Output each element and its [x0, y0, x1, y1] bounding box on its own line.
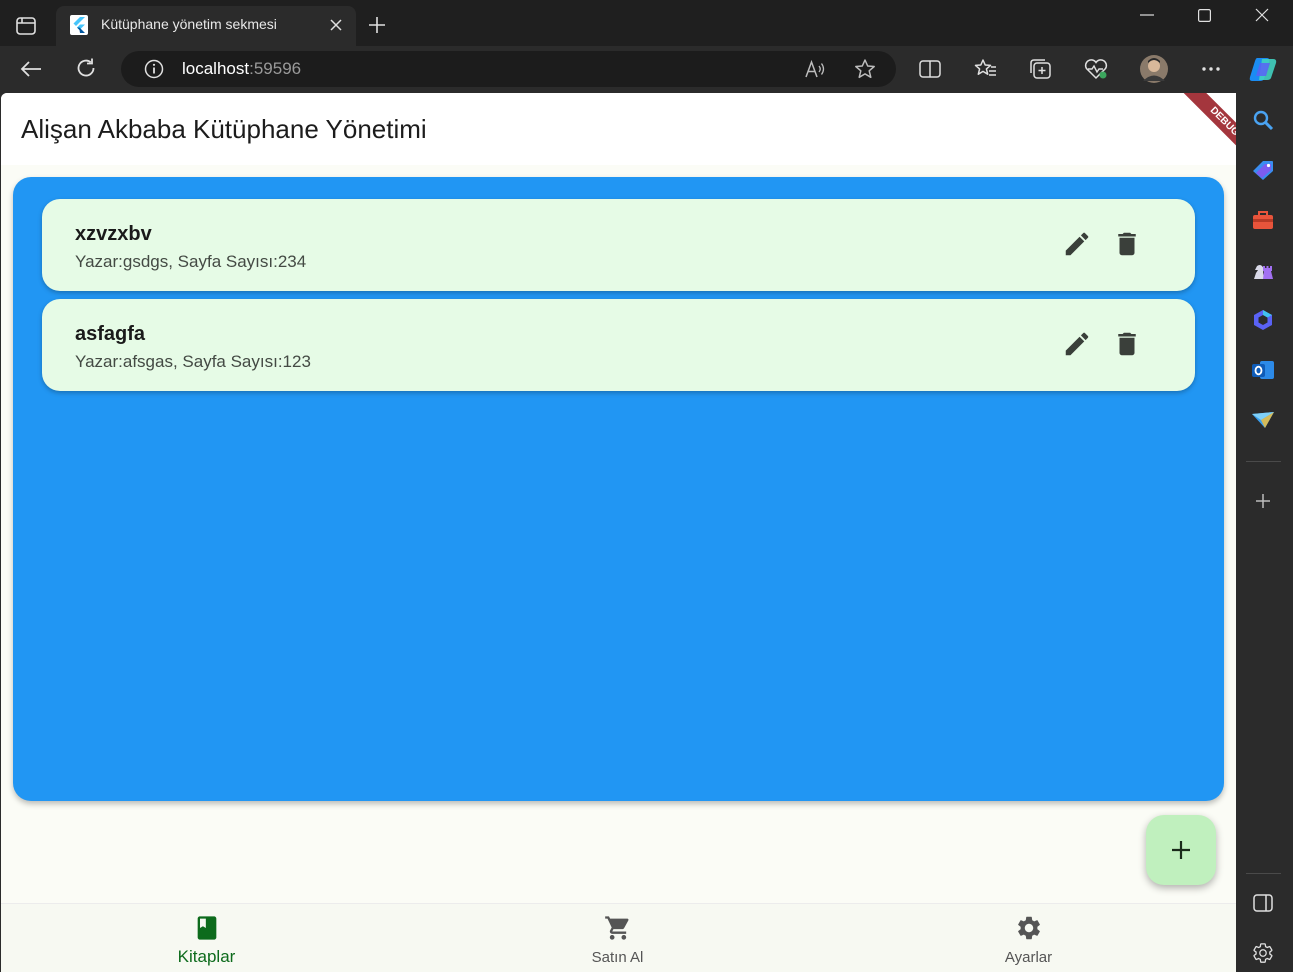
- app-bar: Alişan Akbaba Kütüphane Yönetimi: [1, 93, 1236, 165]
- maximize-icon[interactable]: [1193, 4, 1215, 26]
- profile-avatar[interactable]: [1138, 53, 1170, 85]
- copilot-sidebar-icon[interactable]: [1250, 307, 1276, 333]
- bottom-navigation: Kitaplar Satın Al Ayarlar: [1, 903, 1236, 972]
- sidebar-settings-icon[interactable]: [1251, 941, 1275, 965]
- site-info-icon[interactable]: [142, 57, 166, 81]
- tab-actions-icon[interactable]: [14, 14, 38, 38]
- url-host: localhost: [182, 59, 250, 78]
- tab-title: Kütüphane yönetim sekmesi: [101, 16, 277, 32]
- plus-icon: [1172, 841, 1190, 859]
- nav-item-satin-al[interactable]: Satın Al: [412, 904, 823, 972]
- book-subtitle: Yazar:afsgas, Sayfa Sayısı:123: [75, 352, 311, 371]
- nav-label: Satın Al: [591, 949, 644, 966]
- gear-icon: [1015, 914, 1043, 942]
- close-tab-icon[interactable]: [326, 15, 346, 35]
- sidebar-divider: [1246, 873, 1281, 874]
- book-card[interactable]: xzvzxbv Yazar:gsdgs, Sayfa Sayısı:234: [42, 199, 1195, 291]
- nav-label: Ayarlar: [1004, 949, 1053, 966]
- add-book-button[interactable]: [1146, 815, 1216, 885]
- read-aloud-icon[interactable]: [803, 57, 827, 81]
- search-icon[interactable]: [1250, 107, 1276, 133]
- minimize-icon[interactable]: [1136, 4, 1158, 26]
- nav-label: Kitaplar: [177, 947, 236, 966]
- back-icon[interactable]: [18, 56, 44, 82]
- book-icon: [193, 914, 221, 942]
- book-list-panel: xzvzxbv Yazar:gsdgs, Sayfa Sayısı:234 as…: [13, 177, 1224, 801]
- delete-icon[interactable]: [1112, 229, 1142, 259]
- drop-send-icon[interactable]: [1250, 407, 1276, 433]
- cart-icon: [604, 914, 632, 942]
- book-title: xzvzxbv: [75, 223, 152, 245]
- edit-icon[interactable]: [1062, 229, 1092, 259]
- tools-briefcase-icon[interactable]: [1250, 207, 1276, 233]
- debug-banner: DEBUG: [1159, 93, 1236, 173]
- split-screen-icon[interactable]: [917, 56, 943, 82]
- hide-sidebar-icon[interactable]: [1252, 892, 1274, 914]
- nav-item-kitaplar[interactable]: Kitaplar: [1, 904, 412, 972]
- url-text[interactable]: localhost:59596: [182, 59, 301, 79]
- sidebar-divider: [1246, 461, 1281, 462]
- refresh-icon[interactable]: [73, 55, 99, 81]
- new-tab-icon[interactable]: [366, 14, 388, 36]
- book-title: asfagfa: [75, 323, 146, 345]
- app-title: Alişan Akbaba Kütüphane Yönetimi: [21, 114, 427, 144]
- collections-icon[interactable]: [1028, 56, 1054, 82]
- nav-item-ayarlar[interactable]: Ayarlar: [823, 904, 1234, 972]
- delete-icon[interactable]: [1112, 329, 1142, 359]
- app-viewport: Alişan Akbaba Kütüphane Yönetimi DEBUG x…: [1, 93, 1236, 972]
- close-window-icon[interactable]: [1251, 4, 1273, 26]
- flutter-favicon-icon: [69, 15, 89, 35]
- url-port: :59596: [249, 59, 302, 78]
- favorite-star-icon[interactable]: [852, 56, 878, 82]
- copilot-icon[interactable]: [1247, 53, 1279, 85]
- add-sidebar-app-icon[interactable]: [1252, 490, 1274, 512]
- book-card[interactable]: asfagfa Yazar:afsgas, Sayfa Sayısı:123: [42, 299, 1195, 391]
- favorites-icon[interactable]: [973, 56, 999, 82]
- browser-essentials-icon[interactable]: [1083, 56, 1109, 82]
- outlook-icon[interactable]: [1250, 357, 1276, 383]
- more-menu-icon[interactable]: [1198, 56, 1224, 82]
- edit-icon[interactable]: [1062, 329, 1092, 359]
- games-chess-icon[interactable]: [1250, 257, 1276, 283]
- debug-ribbon: DEBUG: [1179, 93, 1236, 167]
- shopping-tag-icon[interactable]: [1250, 157, 1276, 183]
- book-subtitle: Yazar:gsdgs, Sayfa Sayısı:234: [75, 252, 307, 271]
